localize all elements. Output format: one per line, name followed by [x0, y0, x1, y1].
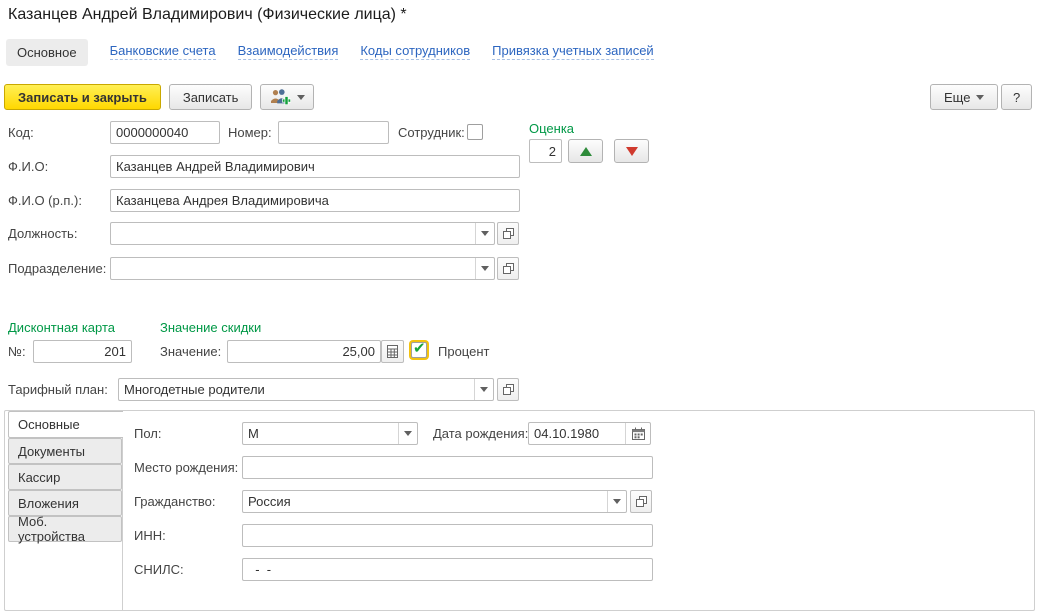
number-label: Номер: — [228, 121, 272, 144]
open-form-icon — [503, 263, 514, 274]
department-label: Подразделение: — [8, 257, 106, 280]
tab-mobile-devices[interactable]: Моб. устройства — [8, 516, 122, 542]
help-button[interactable]: ? — [1001, 84, 1032, 110]
card-number-input[interactable] — [33, 340, 132, 363]
employee-label: Сотрудник: — [398, 121, 465, 144]
triangle-up-icon — [580, 147, 592, 156]
discount-value-label: Значение: — [160, 340, 221, 363]
position-input[interactable] — [111, 223, 475, 244]
nav-link-account-binding[interactable]: Привязка учетных записей — [492, 44, 654, 61]
discount-value-input[interactable] — [227, 340, 381, 363]
tab-label: Моб. устройства — [18, 514, 112, 544]
nav-link-bank-accounts[interactable]: Банковские счета — [110, 44, 216, 61]
details-panel-divider — [122, 410, 123, 611]
gender-dropdown-button[interactable] — [398, 423, 417, 444]
department-input[interactable] — [111, 258, 475, 279]
toolbar: Записать и закрыть Записать — [4, 84, 314, 110]
fio-input[interactable] — [110, 155, 520, 178]
tab-documents[interactable]: Документы — [8, 438, 122, 464]
chevron-down-icon — [404, 431, 412, 436]
birth-place-input[interactable] — [242, 456, 653, 479]
calendar-icon — [632, 427, 645, 440]
nav-tab-main[interactable]: Основное — [6, 39, 88, 66]
gender-combo[interactable] — [242, 422, 418, 445]
tariff-plan-open-button[interactable] — [497, 378, 519, 401]
citizenship-combo[interactable] — [242, 490, 627, 513]
chevron-down-icon — [297, 95, 305, 100]
open-form-icon — [636, 496, 647, 507]
calculator-button[interactable] — [381, 340, 404, 363]
tariff-plan-combo[interactable] — [118, 378, 494, 401]
tab-attachments[interactable]: Вложения — [8, 490, 122, 516]
chevron-down-icon — [976, 95, 984, 100]
citizenship-input[interactable] — [243, 491, 607, 512]
inn-label: ИНН: — [134, 524, 166, 547]
nav-tabs: Основное Банковские счета Взаимодействия… — [6, 38, 654, 66]
employee-checkbox[interactable] — [467, 124, 483, 140]
discount-card-header: Дисконтная карта — [8, 316, 115, 339]
open-form-icon — [503, 384, 514, 395]
fio-genitive-label: Ф.И.О (р.п.): — [8, 189, 82, 212]
department-open-button[interactable] — [497, 257, 519, 280]
tab-label: Документы — [18, 444, 85, 459]
tariff-plan-input[interactable] — [119, 379, 474, 400]
code-input[interactable] — [110, 121, 220, 144]
position-combo[interactable] — [110, 222, 495, 245]
birth-date-input[interactable] — [529, 423, 625, 444]
rating-up-button[interactable] — [568, 139, 603, 163]
tab-label: Вложения — [18, 496, 79, 511]
tariff-plan-dropdown-button[interactable] — [474, 379, 493, 400]
gender-label: Пол: — [134, 422, 162, 445]
tab-main-details[interactable]: Основные — [8, 411, 123, 438]
rating-down-button[interactable] — [614, 139, 649, 163]
create-based-on-button[interactable] — [260, 84, 314, 110]
chevron-down-icon — [481, 231, 489, 236]
department-combo[interactable] — [110, 257, 495, 280]
position-label: Должность: — [8, 222, 77, 245]
snils-input[interactable] — [242, 558, 653, 581]
tab-cashier[interactable]: Кассир — [8, 464, 122, 490]
rating-label: Оценка — [529, 117, 574, 140]
percent-checkbox[interactable] — [411, 342, 427, 358]
tab-label: Кассир — [18, 470, 60, 485]
calculator-icon — [386, 345, 399, 358]
discount-value-header: Значение скидки — [160, 316, 261, 339]
code-label: Код: — [8, 121, 34, 144]
birth-date-label: Дата рождения: — [433, 422, 528, 445]
tab-label: Основные — [18, 417, 80, 432]
page-title: Казанцев Андрей Владимирович (Физические… — [8, 6, 407, 24]
nav-link-employee-codes[interactable]: Коды сотрудников — [360, 44, 470, 61]
citizenship-open-button[interactable] — [630, 490, 652, 513]
fio-genitive-input[interactable] — [110, 189, 520, 212]
birth-place-label: Место рождения: — [134, 456, 238, 479]
more-button-label: Еще — [944, 90, 970, 105]
rating-value-input[interactable] — [529, 139, 562, 163]
gender-input[interactable] — [243, 423, 398, 444]
save-button[interactable]: Записать — [169, 84, 253, 110]
inn-input[interactable] — [242, 524, 653, 547]
birth-date-field[interactable] — [528, 422, 651, 445]
snils-label: СНИЛС: — [134, 558, 184, 581]
citizenship-label: Гражданство: — [134, 490, 216, 513]
position-open-button[interactable] — [497, 222, 519, 245]
chevron-down-icon — [481, 266, 489, 271]
chevron-down-icon — [613, 499, 621, 504]
calendar-button[interactable] — [625, 423, 650, 444]
triangle-down-icon — [626, 147, 638, 156]
tariff-plan-label: Тарифный план: — [8, 378, 108, 401]
card-number-label: №: — [8, 340, 26, 363]
percent-label: Процент — [438, 340, 489, 363]
nav-link-interactions[interactable]: Взаимодействия — [238, 44, 339, 61]
position-dropdown-button[interactable] — [475, 223, 494, 244]
fio-label: Ф.И.О: — [8, 155, 48, 178]
person-add-icon — [269, 89, 291, 105]
number-input[interactable] — [278, 121, 389, 144]
more-button[interactable]: Еще — [930, 84, 998, 110]
chevron-down-icon — [480, 387, 488, 392]
open-form-icon — [503, 228, 514, 239]
save-and-close-button[interactable]: Записать и закрыть — [4, 84, 161, 110]
department-dropdown-button[interactable] — [475, 258, 494, 279]
citizenship-dropdown-button[interactable] — [607, 491, 626, 512]
